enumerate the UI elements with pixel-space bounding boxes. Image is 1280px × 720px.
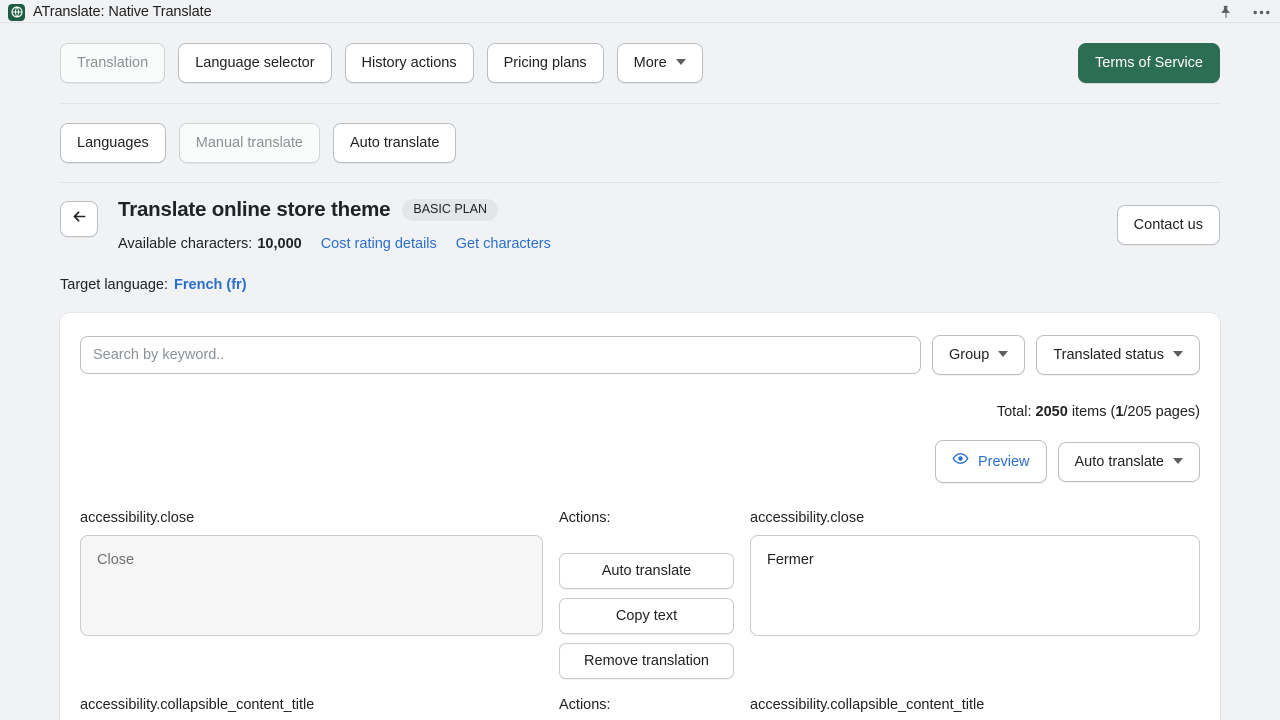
eye-icon bbox=[952, 450, 978, 473]
target-language-row: Target language: French (fr) bbox=[60, 277, 1220, 293]
chevron-down-icon bbox=[1173, 351, 1183, 357]
totals-prefix: Total: bbox=[996, 404, 1032, 420]
actions-column: Actions: Auto translate Copy text Remove… bbox=[559, 509, 734, 679]
actions-column: Actions: Auto translate Copy text Remove… bbox=[559, 696, 734, 720]
target-column: accessibility.collapsible_content_title bbox=[750, 696, 1200, 720]
header-actions: Contact us bbox=[1116, 205, 1220, 245]
totals-items-count: 2050 bbox=[1035, 404, 1068, 420]
filter-row: Group Translated status bbox=[80, 335, 1200, 375]
row-copy-text-button[interactable]: Copy text bbox=[559, 598, 734, 634]
ellipsis-icon[interactable] bbox=[1253, 10, 1270, 15]
group-dropdown[interactable]: Group bbox=[932, 335, 1026, 375]
auto-translate-label: Auto translate bbox=[1074, 453, 1164, 470]
table-row: accessibility.close Actions: Auto transl… bbox=[80, 509, 1200, 679]
available-characters-label: Available characters: bbox=[118, 236, 253, 252]
target-column: accessibility.close bbox=[750, 509, 1200, 679]
window-titlebar: ATranslate: Native Translate bbox=[0, 0, 1280, 22]
totals-suffix: pages) bbox=[1151, 404, 1200, 420]
preview-label: Preview bbox=[977, 453, 1030, 470]
group-dropdown-label: Group bbox=[949, 347, 990, 363]
target-language-label: Target language: bbox=[60, 277, 169, 293]
actions-label: Actions: bbox=[559, 697, 611, 713]
target-language-value[interactable]: French (fr) bbox=[174, 277, 247, 293]
subnav-button-auto-translate[interactable]: Auto translate bbox=[332, 123, 457, 163]
table-row: accessibility.collapsible_content_title … bbox=[80, 696, 1200, 720]
nav-button-more[interactable]: More bbox=[616, 43, 703, 83]
chevron-down-icon bbox=[675, 59, 686, 65]
back-button[interactable] bbox=[60, 201, 98, 237]
character-info: Available characters: 10,000 Cost rating… bbox=[118, 236, 551, 252]
nav-more-label: More bbox=[633, 55, 667, 71]
source-key-label: accessibility.collapsible_content_title bbox=[80, 697, 315, 713]
plan-badge: BASIC PLAN bbox=[402, 199, 499, 221]
row-auto-translate-button[interactable]: Auto translate bbox=[559, 553, 734, 589]
header-texts: Translate online store theme BASIC PLAN … bbox=[118, 198, 551, 252]
chevron-down-icon bbox=[1173, 457, 1183, 464]
row-remove-translation-button[interactable]: Remove translation bbox=[559, 643, 734, 679]
terms-of-service-button[interactable]: Terms of Service bbox=[1078, 43, 1220, 83]
source-key-label: accessibility.close bbox=[80, 510, 195, 526]
card-actions: Preview Auto translate bbox=[80, 440, 1200, 483]
atranslate-logo-icon bbox=[8, 3, 25, 21]
primary-nav: Translation Language selector History ac… bbox=[60, 23, 1220, 103]
page-header: Translate online store theme BASIC PLAN … bbox=[60, 183, 1220, 252]
secondary-nav: Languages Manual translate Auto translat… bbox=[60, 104, 1220, 182]
target-key-label: accessibility.collapsible_content_title bbox=[750, 697, 985, 713]
preview-button[interactable]: Preview bbox=[934, 440, 1047, 483]
subnav-button-languages[interactable]: Languages bbox=[60, 123, 166, 163]
totals-page-total: /205 bbox=[1123, 404, 1152, 420]
translated-status-dropdown[interactable]: Translated status bbox=[1036, 335, 1200, 375]
nav-button-translation[interactable]: Translation bbox=[60, 43, 166, 83]
pin-icon[interactable] bbox=[1219, 5, 1233, 19]
search-input[interactable] bbox=[80, 336, 921, 374]
translation-rows: accessibility.close Actions: Auto transl… bbox=[80, 509, 1200, 720]
page-title: Translate online store theme bbox=[118, 198, 391, 221]
translations-card: Group Translated status Total: 2050 item… bbox=[60, 313, 1220, 720]
target-textarea[interactable] bbox=[750, 535, 1200, 636]
translated-status-label: Translated status bbox=[1053, 347, 1164, 363]
get-characters-link[interactable]: Get characters bbox=[456, 236, 551, 252]
subnav-button-manual-translate[interactable]: Manual translate bbox=[178, 123, 320, 163]
target-key-label: accessibility.close bbox=[750, 510, 865, 526]
arrow-left-icon bbox=[71, 208, 88, 230]
chevron-down-icon bbox=[998, 351, 1009, 357]
actions-label: Actions: bbox=[559, 510, 611, 526]
totals-items-word: items ( bbox=[1071, 404, 1116, 420]
totals-text: Total: 2050 items (1/205 pages) bbox=[80, 404, 1200, 420]
auto-translate-dropdown[interactable]: Auto translate bbox=[1057, 441, 1200, 482]
nav-button-pricing-plans[interactable]: Pricing plans bbox=[486, 43, 604, 83]
window-title: ATranslate: Native Translate bbox=[33, 4, 212, 20]
source-textarea[interactable] bbox=[80, 535, 543, 636]
nav-button-language-selector[interactable]: Language selector bbox=[178, 43, 332, 83]
contact-us-button[interactable]: Contact us bbox=[1116, 205, 1220, 245]
page-body: Translation Language selector History ac… bbox=[0, 23, 1280, 720]
source-column: accessibility.close bbox=[80, 509, 543, 679]
available-characters-value: 10,000 bbox=[257, 236, 302, 252]
cost-rating-details-link[interactable]: Cost rating details bbox=[321, 236, 437, 252]
source-column: accessibility.collapsible_content_title bbox=[80, 696, 543, 720]
nav-button-history-actions[interactable]: History actions bbox=[344, 43, 474, 83]
